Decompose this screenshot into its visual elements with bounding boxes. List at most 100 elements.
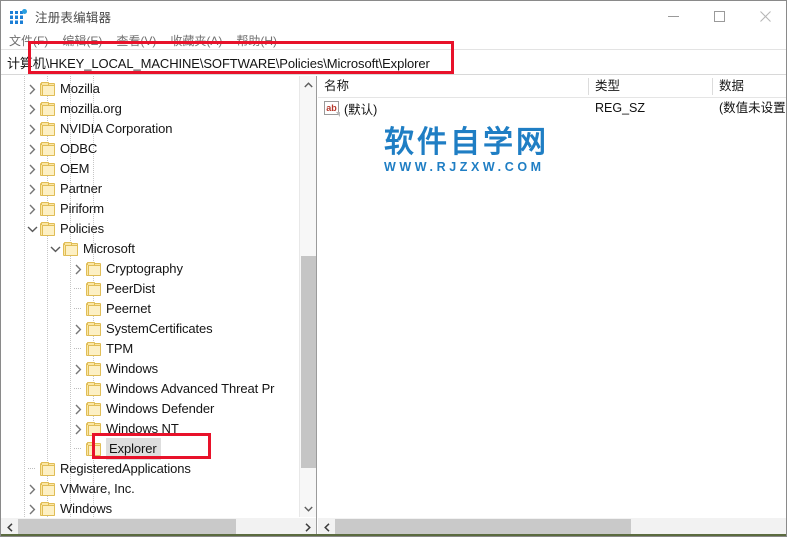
tree-item-windows-advanced-threat-pr[interactable]: Windows Advanced Threat Pr [1, 379, 299, 399]
chevron-right-icon[interactable] [24, 79, 40, 99]
tree-item-label: Microsoft [83, 241, 135, 256]
tree-item-cryptography[interactable]: Cryptography [1, 259, 299, 279]
column-header-type[interactable]: 类型 [589, 76, 712, 97]
address-path-text: 计算机\HKEY_LOCAL_MACHINE\SOFTWARE\Policies… [7, 55, 430, 71]
chevron-right-icon[interactable] [24, 119, 40, 139]
folder-icon [40, 141, 55, 156]
tree-item-systemcertificates[interactable]: SystemCertificates [1, 319, 299, 339]
tree-scroll-area[interactable]: Mozilla mozilla.org NVIDIA Corporation ODBC… [1, 76, 299, 517]
tree-item-label: ODBC [60, 141, 98, 156]
tree-item-windows-nt[interactable]: Windows NT [1, 419, 299, 439]
tree-item-label: SystemCertificates [106, 321, 213, 336]
close-icon[interactable] [742, 1, 786, 32]
tree-item-label: PeerDist [106, 281, 156, 296]
tree-leaf-connector [24, 459, 40, 479]
registry-tree-panel: Mozilla mozilla.org NVIDIA Corporation ODBC… [1, 76, 317, 536]
chevron-right-icon[interactable] [70, 399, 86, 419]
registry-editor-icon [10, 8, 27, 25]
scroll-down-icon[interactable] [300, 500, 316, 517]
maximize-icon[interactable] [696, 1, 742, 32]
tree-item-label: Peernet [106, 301, 151, 316]
tree-item-policies[interactable]: Policies [1, 219, 299, 239]
tree-item-vmware-inc[interactable]: VMware, Inc. [1, 479, 299, 499]
tree-item-windows[interactable]: Windows [1, 499, 299, 517]
menu-view[interactable]: 查看(V) [110, 33, 162, 49]
tree-scrollbar-thumb[interactable] [301, 256, 316, 468]
tree-leaf-connector [70, 439, 86, 459]
tree-item-explorer[interactable]: Explorer [1, 438, 299, 460]
menu-file[interactable]: 文件(F) [3, 33, 54, 49]
folder-icon [40, 121, 55, 136]
chevron-right-icon[interactable] [24, 199, 40, 219]
tree-item-label: Windows Defender [106, 401, 215, 416]
site-watermark: 软件自学网 WWW.RJZXW.COM [384, 125, 549, 175]
tree-item-label: mozilla.org [60, 101, 122, 116]
tree-item-label: VMware, Inc. [60, 481, 135, 496]
column-header-data[interactable]: 数据 [713, 76, 786, 97]
scroll-up-icon[interactable] [300, 76, 316, 93]
tree-item-label: RegisteredApplications [60, 461, 191, 476]
tree-item-label: Piriform [60, 201, 104, 216]
tree-item-peernet[interactable]: Peernet [1, 299, 299, 319]
value-row[interactable]: ab (默认) REG_SZ (数值未设置 [318, 98, 786, 118]
folder-icon [40, 461, 55, 476]
menu-favorites[interactable]: 收藏夹(A) [164, 33, 228, 49]
menu-help[interactable]: 帮助(H) [230, 33, 283, 49]
tree-item-label: OEM [60, 161, 90, 176]
minimize-icon[interactable] [650, 1, 696, 32]
watermark-url: WWW.RJZXW.COM [384, 160, 545, 174]
folder-icon [63, 241, 78, 256]
tree-item-piriform[interactable]: Piriform [1, 199, 299, 219]
chevron-right-icon[interactable] [24, 479, 40, 499]
tree-item-tpm[interactable]: TPM [1, 339, 299, 359]
folder-icon [86, 321, 101, 336]
chevron-right-icon[interactable] [24, 159, 40, 179]
folder-icon [40, 181, 55, 196]
chevron-right-icon[interactable] [24, 99, 40, 119]
column-header-name[interactable]: 名称 [318, 76, 588, 97]
tree-item-mozilla[interactable]: Mozilla [1, 79, 299, 99]
tree-item-peerdist[interactable]: PeerDist [1, 279, 299, 299]
tree-vertical-scrollbar[interactable] [299, 76, 316, 517]
folder-icon [40, 481, 55, 496]
tree-item-label: Windows Advanced Threat Pr [106, 381, 275, 396]
chevron-right-icon[interactable] [24, 499, 40, 517]
tree-item-windows-defender[interactable]: Windows Defender [1, 399, 299, 419]
address-bar[interactable]: 计算机\HKEY_LOCAL_MACHINE\SOFTWARE\Policies… [1, 49, 786, 75]
chevron-right-icon[interactable] [70, 259, 86, 279]
chevron-right-icon[interactable] [24, 179, 40, 199]
tree-item-nvidia-corporation[interactable]: NVIDIA Corporation [1, 119, 299, 139]
tree-hscrollbar-thumb[interactable] [18, 519, 236, 535]
folder-icon [86, 361, 101, 376]
chevron-right-icon[interactable] [70, 319, 86, 339]
chevron-right-icon[interactable] [70, 359, 86, 379]
chevron-right-icon[interactable] [24, 139, 40, 159]
tree-item-label: Partner [60, 181, 102, 196]
chevron-down-icon[interactable] [47, 239, 63, 259]
tree-item-mozilla-org[interactable]: mozilla.org [1, 99, 299, 119]
tree-item-partner[interactable]: Partner [1, 179, 299, 199]
tree-item-registeredapplications[interactable]: RegisteredApplications [1, 459, 299, 479]
window-title: 注册表编辑器 [35, 11, 112, 25]
value-column-headers: 名称 类型 数据 [318, 76, 786, 98]
folder-icon [86, 341, 101, 356]
chevron-down-icon[interactable] [24, 219, 40, 239]
tree-leaf-connector [70, 279, 86, 299]
registry-tree: Mozilla mozilla.org NVIDIA Corporation ODBC… [1, 76, 299, 517]
folder-icon [40, 161, 55, 176]
window-bottom-strip [1, 534, 786, 536]
tree-item-label: Explorer [106, 438, 161, 460]
tree-item-windows[interactable]: Windows [1, 359, 299, 379]
menu-bar: 文件(F) 编辑(E) 查看(V) 收藏夹(A) 帮助(H) [1, 32, 786, 49]
tree-item-oem[interactable]: OEM [1, 159, 299, 179]
tree-item-odbc[interactable]: ODBC [1, 139, 299, 159]
tree-item-label: Policies [60, 221, 104, 236]
watermark-title: 软件自学网 [384, 125, 549, 160]
folder-icon [40, 81, 55, 96]
menu-edit[interactable]: 编辑(E) [56, 33, 108, 49]
tree-item-label: Mozilla [60, 81, 100, 96]
folder-icon [40, 221, 55, 236]
chevron-right-icon[interactable] [70, 419, 86, 439]
tree-item-microsoft[interactable]: Microsoft [1, 239, 299, 259]
values-hscrollbar-thumb[interactable] [335, 519, 631, 535]
